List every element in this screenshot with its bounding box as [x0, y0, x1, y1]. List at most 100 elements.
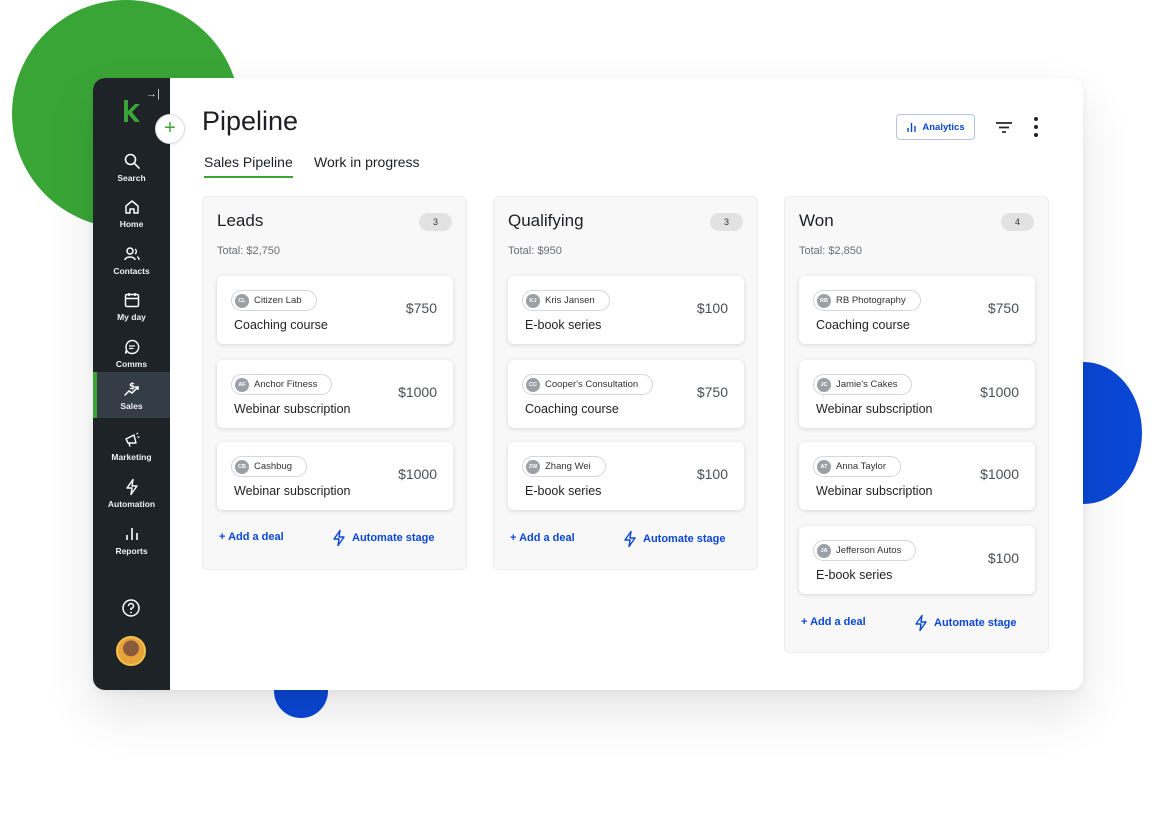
deal-name: Webinar subscription	[816, 484, 933, 498]
contact-initials: RB	[817, 293, 831, 308]
contact-chip[interactable]: CL Citizen Lab	[231, 290, 317, 311]
deal-name: E-book series	[525, 484, 602, 498]
contact-initials: CC	[526, 377, 540, 392]
deal-amount: $1000	[980, 466, 1019, 482]
deal-card[interactable]: JA Jefferson Autos E-book series $100	[799, 526, 1035, 594]
reports-icon	[125, 527, 138, 540]
contact-initials: AF	[235, 377, 249, 392]
deal-amount: $100	[696, 300, 728, 316]
contact-name: Kris Jansen	[545, 295, 595, 306]
sidebar-item-automation[interactable]: Automation	[93, 470, 170, 516]
sidebar-item-comms[interactable]: Comms	[93, 330, 170, 376]
lightning-icon	[125, 478, 138, 495]
add-deal-button[interactable]: + Add a deal	[801, 616, 866, 628]
contact-initials: JC	[817, 377, 831, 392]
deal-card[interactable]: AT Anna Taylor Webinar subscription $100…	[799, 442, 1035, 510]
column-actions: + Add a deal Automate stage	[801, 614, 1037, 636]
sidebar-item-label: My day	[117, 311, 146, 322]
deal-count-badge: 4	[1001, 213, 1034, 231]
page-title: Pipeline	[202, 106, 299, 136]
contact-chip[interactable]: ZW Zhang Wei	[522, 456, 606, 477]
sidebar-item-reports[interactable]: Reports	[93, 517, 170, 563]
sidebar-item-home[interactable]: Home	[93, 190, 170, 236]
contact-name: Cooper's Consultation	[545, 379, 639, 390]
deal-name: Coaching course	[525, 402, 619, 416]
deal-amount: $1000	[398, 466, 437, 482]
deal-amount: $100	[696, 466, 728, 482]
automate-stage-button[interactable]: Automate stage	[331, 529, 435, 547]
deal-name: Webinar subscription	[234, 402, 351, 416]
contact-name: Jamie's Cakes	[836, 379, 898, 390]
pipeline-column-leads: Leads 3 Total: $2,750 CL Citizen Lab Coa…	[202, 196, 467, 570]
deal-card[interactable]: CL Citizen Lab Coaching course $750	[217, 276, 453, 344]
collapse-sidebar-button[interactable]: →|	[146, 88, 160, 100]
sidebar-item-contacts[interactable]: Contacts	[93, 237, 170, 283]
contact-initials: ZW	[526, 459, 540, 474]
chat-icon	[124, 339, 139, 354]
sidebar-item-marketing[interactable]: Marketing	[93, 423, 170, 469]
contact-initials: CL	[235, 293, 249, 308]
contact-name: Anna Taylor	[836, 461, 886, 472]
deal-name: Webinar subscription	[234, 484, 351, 498]
tab-work-in-progress[interactable]: Work in progress	[314, 154, 420, 170]
calendar-icon	[124, 292, 139, 307]
sales-icon: $	[123, 382, 139, 396]
search-icon	[124, 153, 140, 169]
column-title: Leads	[217, 211, 264, 230]
deal-card[interactable]: CB Cashbug Webinar subscription $1000	[217, 442, 453, 510]
column-title: Qualifying	[508, 211, 584, 230]
filter-icon[interactable]	[994, 118, 1014, 136]
contact-initials: CB	[235, 459, 249, 474]
contact-chip[interactable]: AF Anchor Fitness	[231, 374, 333, 395]
contact-chip[interactable]: AT Anna Taylor	[813, 456, 901, 477]
automate-stage-button[interactable]: Automate stage	[913, 614, 1017, 632]
add-deal-button[interactable]: + Add a deal	[510, 532, 575, 544]
sidebar-item-label: Sales	[120, 400, 143, 411]
sidebar-item-label: Automation	[107, 498, 156, 509]
app-window: →| Search Home Contacts My day Comms $ S…	[93, 78, 1083, 690]
contact-chip[interactable]: CB Cashbug	[231, 456, 308, 477]
deal-name: Coaching course	[234, 318, 328, 332]
contact-initials: AT	[817, 459, 831, 474]
contact-chip[interactable]: JC Jamie's Cakes	[813, 374, 913, 395]
contact-name: RB Photography	[836, 295, 906, 306]
analytics-button[interactable]: Analytics	[896, 114, 975, 140]
sidebar-item-my-day[interactable]: My day	[93, 283, 170, 329]
sidebar-item-sales[interactable]: $ Sales	[93, 372, 170, 418]
more-options-icon[interactable]	[1033, 116, 1039, 138]
sidebar-item-label: Reports	[115, 545, 148, 556]
lightning-icon	[624, 530, 636, 548]
automate-stage-button[interactable]: Automate stage	[622, 530, 726, 548]
column-total: Total: $2,850	[799, 245, 862, 257]
deal-card[interactable]: RB RB Photography Coaching course $750	[799, 276, 1035, 344]
avatar[interactable]	[116, 636, 146, 666]
deal-card[interactable]: CC Cooper's Consultation Coaching course…	[508, 360, 744, 428]
add-button[interactable]: +	[155, 114, 185, 144]
deal-card[interactable]: ZW Zhang Wei E-book series $100	[508, 442, 744, 510]
keap-logo	[124, 100, 140, 122]
deal-card[interactable]: AF Anchor Fitness Webinar subscription $…	[217, 360, 453, 428]
deal-card[interactable]: KJ Kris Jansen E-book series $100	[508, 276, 744, 344]
pipeline-column-qualifying: Qualifying 3 Total: $950 KJ Kris Jansen …	[493, 196, 758, 570]
deal-card[interactable]: JC Jamie's Cakes Webinar subscription $1…	[799, 360, 1035, 428]
column-total: Total: $2,750	[217, 245, 280, 257]
sidebar-item-label: Comms	[115, 358, 148, 369]
deal-name: E-book series	[816, 568, 893, 582]
help-icon[interactable]	[121, 598, 141, 618]
sidebar: →| Search Home Contacts My day Comms $ S…	[93, 78, 170, 690]
add-deal-button[interactable]: + Add a deal	[219, 531, 284, 543]
pipeline-column-won: Won 4 Total: $2,850 RB RB Photography Co…	[784, 196, 1049, 653]
contact-initials: JA	[817, 543, 831, 558]
contact-chip[interactable]: RB RB Photography	[813, 290, 921, 311]
contact-name: Anchor Fitness	[254, 379, 318, 390]
megaphone-icon	[124, 432, 139, 447]
sidebar-item-search[interactable]: Search	[93, 144, 170, 190]
contact-chip[interactable]: JA Jefferson Autos	[813, 540, 917, 561]
column-actions: + Add a deal Automate stage	[510, 530, 746, 552]
column-total: Total: $950	[508, 245, 562, 257]
sidebar-item-label: Home	[119, 218, 144, 229]
contact-name: Cashbug	[254, 461, 293, 472]
contact-chip[interactable]: KJ Kris Jansen	[522, 290, 610, 311]
tab-sales-pipeline[interactable]: Sales Pipeline	[204, 154, 293, 178]
contact-chip[interactable]: CC Cooper's Consultation	[522, 374, 654, 395]
